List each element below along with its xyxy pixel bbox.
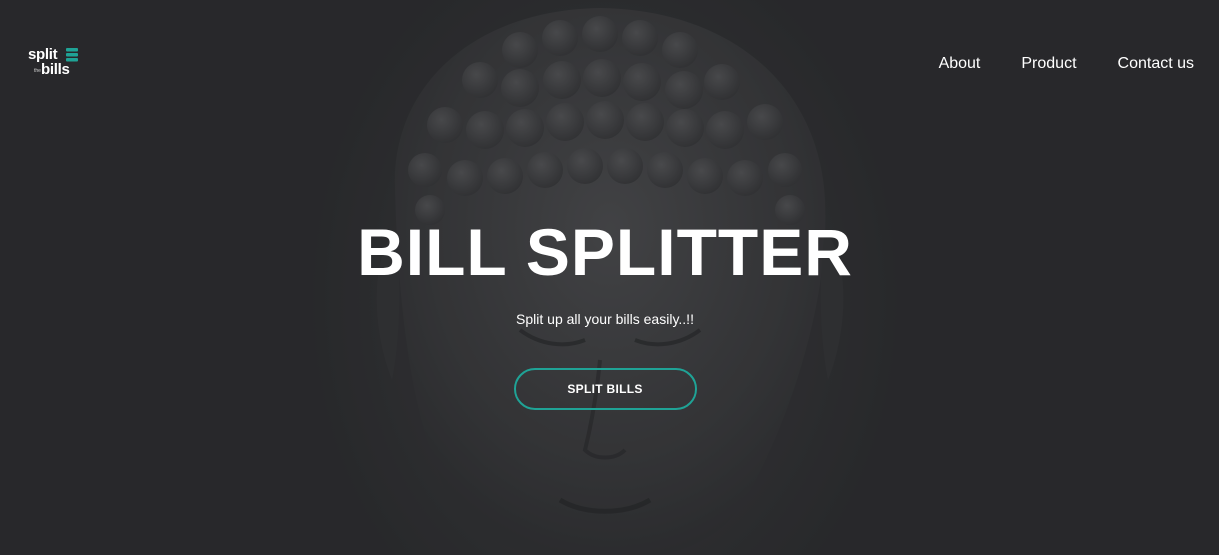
nav-link-about[interactable]: About	[939, 54, 981, 74]
navbar: split the bills About Product Contact us	[0, 0, 1219, 128]
nav-link-product[interactable]: Product	[1021, 54, 1076, 74]
logo[interactable]: split the bills	[28, 46, 88, 82]
hero-content: BILL SPLITTER Split up all your bills ea…	[0, 214, 1210, 410]
stack-icon	[66, 48, 78, 62]
nav-links: About Product Contact us	[898, 54, 1194, 74]
hero-subtitle: Split up all your bills easily..!!	[516, 311, 694, 327]
split-bills-button[interactable]: SPLIT BILLS	[513, 368, 697, 410]
hero-title: BILL SPLITTER	[357, 215, 853, 289]
nav-link-contact[interactable]: Contact us	[1118, 54, 1194, 74]
logo-text-bills: bills	[41, 61, 70, 78]
logo-text-the: the	[34, 68, 41, 74]
hero-section: split the bills About Product Contact us…	[0, 0, 1219, 555]
